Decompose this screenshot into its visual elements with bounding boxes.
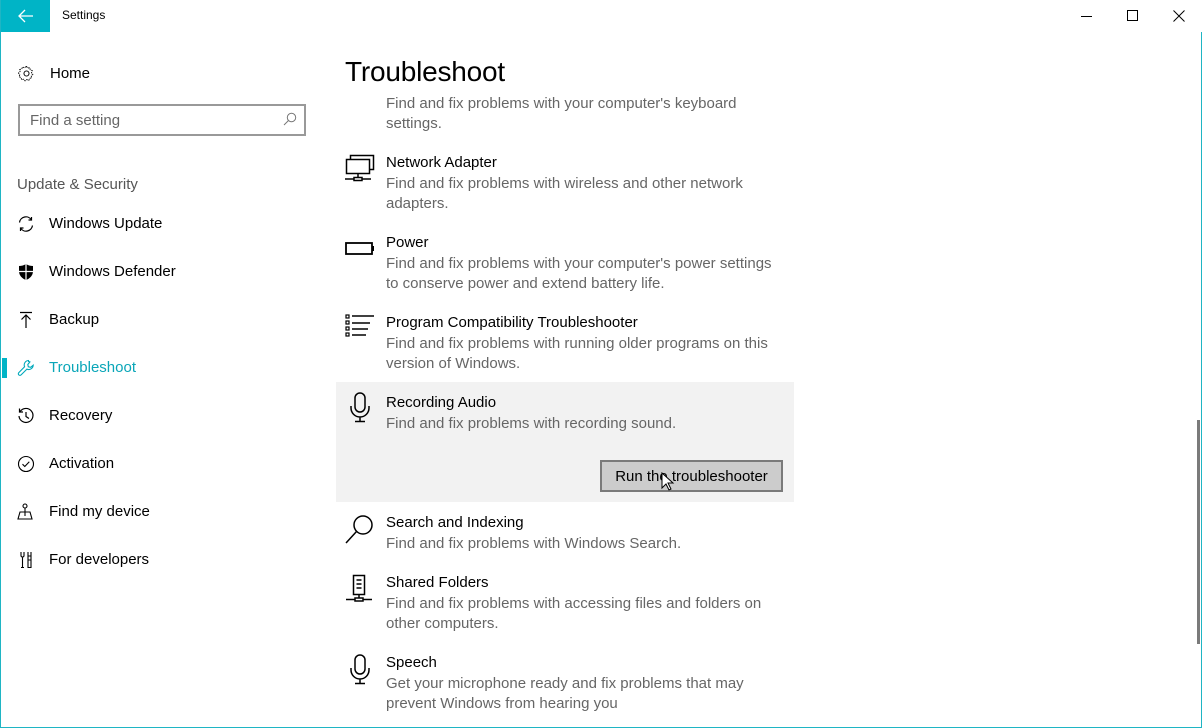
troubleshooter-item-program-compatibility[interactable]: Program Compatibility Troubleshooter Fin…	[336, 312, 794, 374]
sidebar: Home Update & Security Windows Update Wi…	[2, 32, 322, 727]
item-name: Speech	[386, 654, 437, 671]
item-name: Shared Folders	[386, 574, 489, 591]
sidebar-home[interactable]: Home	[18, 62, 90, 84]
sync-icon	[17, 215, 35, 233]
search-input[interactable]	[20, 111, 270, 129]
item-name: Search and Indexing	[386, 514, 524, 531]
item-name: Program Compatibility Troubleshooter	[386, 314, 638, 331]
item-name: Recording Audio	[386, 394, 497, 411]
sidebar-item-troubleshoot[interactable]: Troubleshoot	[2, 348, 322, 388]
troubleshooter-item-keyboard[interactable]: Find and fix problems with your computer…	[336, 74, 794, 134]
item-description: Find and fix problems with your computer…	[386, 95, 737, 132]
troubleshooter-item-power[interactable]: Power Find and fix problems with your co…	[336, 232, 794, 294]
run-troubleshooter-button[interactable]: Run the troubleshooter	[600, 460, 783, 492]
wrench-icon	[17, 359, 35, 377]
developer-tools-icon	[17, 551, 35, 569]
item-description: Find and fix problems with Windows Searc…	[386, 535, 682, 552]
home-label: Home	[50, 64, 91, 82]
sidebar-item-activation[interactable]: Activation	[2, 444, 322, 484]
item-description: Find and fix problems with accessing fil…	[386, 595, 762, 632]
item-name: Network Adapter	[386, 154, 497, 171]
sidebar-item-label: Activation	[49, 455, 115, 472]
item-name: Power	[386, 234, 429, 251]
sidebar-item-windows-defender[interactable]: Windows Defender	[2, 252, 322, 292]
active-indicator	[2, 358, 7, 378]
item-description: Find and fix problems with wireless and …	[386, 175, 743, 212]
item-description: Get your microphone ready and fix proble…	[386, 675, 744, 712]
content-scrollbar[interactable]	[1187, 32, 1202, 727]
sidebar-item-recovery[interactable]: Recovery	[2, 396, 322, 436]
settings-window: Settings Home Update & Security	[0, 0, 1202, 728]
search-box[interactable]	[18, 104, 306, 136]
list-icon	[345, 314, 374, 337]
sidebar-item-windows-update[interactable]: Windows Update	[2, 204, 322, 244]
upload-arrow-icon	[17, 311, 35, 329]
item-description: Find and fix problems with recording sou…	[386, 415, 677, 432]
back-arrow-icon	[17, 9, 33, 23]
minimize-button[interactable]	[1064, 0, 1110, 32]
main-content: Troubleshoot Find and fix problems with …	[336, 32, 1186, 727]
window-title: Settings	[62, 8, 106, 22]
sidebar-item-label: Windows Defender	[49, 263, 176, 280]
troubleshooter-item-search-indexing[interactable]: Search and Indexing Find and fix problem…	[336, 512, 794, 554]
minimize-icon	[1081, 16, 1092, 17]
sidebar-item-find-my-device[interactable]: Find my device	[2, 492, 322, 532]
section-heading: Update & Security	[17, 176, 138, 193]
shield-icon	[17, 263, 35, 281]
troubleshooter-item-speech[interactable]: Speech Get your microphone ready and fix…	[336, 652, 794, 714]
person-pin-icon	[17, 503, 35, 521]
microphone-icon	[350, 654, 370, 685]
item-description: Find and fix problems with your computer…	[386, 255, 772, 292]
scrollbar-thumb[interactable]	[1197, 420, 1200, 644]
item-description: Find and fix problems with running older…	[386, 335, 768, 372]
close-button[interactable]	[1156, 0, 1202, 32]
shared-folders-icon	[346, 574, 372, 602]
troubleshooter-item-network-adapter[interactable]: Network Adapter Find and fix problems wi…	[336, 152, 794, 214]
sidebar-item-label: Backup	[49, 311, 100, 328]
title-bar: Settings	[1, 0, 1202, 32]
sidebar-item-label: Recovery	[49, 407, 113, 424]
maximize-button[interactable]	[1110, 0, 1156, 32]
history-icon	[17, 407, 35, 425]
troubleshooter-item-recording-audio[interactable]: Recording Audio Find and fix problems wi…	[336, 382, 794, 502]
sidebar-item-label: Windows Update	[49, 215, 163, 232]
network-adapter-icon	[345, 154, 375, 182]
sidebar-item-label: For developers	[49, 551, 150, 568]
microphone-icon	[350, 392, 370, 423]
sidebar-item-for-developers[interactable]: For developers	[2, 540, 322, 580]
check-circle-icon	[17, 455, 35, 473]
maximize-icon	[1127, 10, 1138, 21]
search-icon[interactable]	[283, 112, 297, 126]
sidebar-item-label: Find my device	[49, 503, 150, 520]
troubleshooter-item-shared-folders[interactable]: Shared Folders Find and fix problems wit…	[336, 572, 794, 634]
search-icon	[345, 515, 373, 544]
battery-icon	[345, 242, 374, 255]
back-button[interactable]	[1, 0, 50, 32]
sidebar-item-backup[interactable]: Backup	[2, 300, 322, 340]
close-icon	[1173, 10, 1185, 22]
sidebar-item-label: Troubleshoot	[49, 359, 136, 376]
gear-icon	[18, 65, 34, 81]
